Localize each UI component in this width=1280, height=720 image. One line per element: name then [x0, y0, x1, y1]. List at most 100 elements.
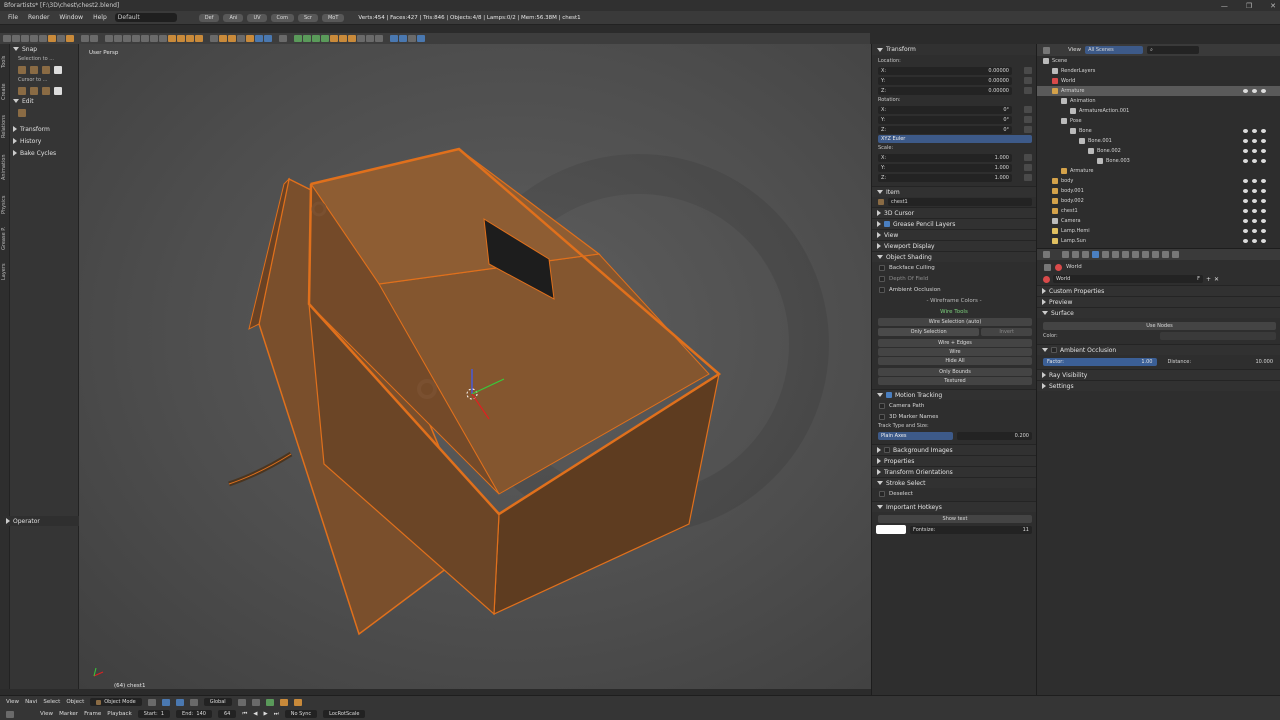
camera-icon[interactable]	[1261, 149, 1266, 153]
rotation-y-field[interactable]: Y: 0°	[878, 115, 1032, 124]
cursor-icon[interactable]	[1252, 199, 1257, 203]
object-icon[interactable]	[366, 35, 374, 42]
maximize-button[interactable]: ❐	[1246, 2, 1252, 10]
eye-icon[interactable]	[1243, 229, 1248, 233]
cursor-icon[interactable]	[1252, 219, 1257, 223]
render-layers-tab-icon[interactable]	[1072, 251, 1079, 258]
outliner-view-menu[interactable]: View	[1068, 47, 1081, 53]
camera-icon[interactable]	[1261, 219, 1266, 223]
keying-set-field[interactable]: LocRotScale	[323, 710, 366, 718]
wire-button[interactable]: Wire	[878, 348, 1032, 356]
camera-view-icon[interactable]	[159, 35, 167, 42]
rotation-z-field[interactable]: Z: 0°	[878, 125, 1032, 134]
view-top-icon[interactable]	[141, 35, 149, 42]
lock-icon[interactable]	[1024, 87, 1032, 94]
modifier-icon[interactable]	[303, 35, 311, 42]
render-tab-icon[interactable]	[1062, 251, 1069, 258]
mode-select[interactable]: Object Mode	[90, 698, 142, 706]
menu-icon[interactable]	[12, 35, 20, 42]
tab-ani[interactable]: Ani	[223, 13, 244, 22]
timeline-view-menu[interactable]: View	[40, 711, 53, 717]
view-bottom-icon[interactable]	[150, 35, 158, 42]
camera-icon[interactable]	[1261, 159, 1266, 163]
deselect-checkbox[interactable]	[879, 490, 885, 497]
world-icon[interactable]	[1043, 275, 1050, 283]
track-size-field[interactable]: 0.200	[957, 432, 1032, 440]
background-images-header[interactable]: Background Images	[872, 444, 1036, 455]
menu-navi[interactable]: Navi	[25, 699, 37, 705]
menu-icon[interactable]	[279, 35, 287, 42]
modifier-icon[interactable]	[321, 35, 329, 42]
tab-physics[interactable]: Physics	[1, 196, 7, 215]
hide-all-button[interactable]: Hide All	[878, 357, 1032, 365]
custom-properties-header[interactable]: Custom Properties	[1037, 285, 1280, 296]
scale-x-field[interactable]: X: 1.000	[878, 153, 1032, 162]
translate-icon[interactable]	[175, 698, 184, 706]
curve-icon[interactable]	[228, 35, 236, 42]
particles-tab-icon[interactable]	[1162, 251, 1169, 258]
item-name-field[interactable]: chest1	[878, 197, 1032, 206]
tab-com[interactable]: Com	[270, 13, 294, 22]
constraint-icon[interactable]	[330, 35, 338, 42]
eye-icon[interactable]	[1243, 159, 1248, 163]
outliner-item[interactable]: Armature	[1037, 86, 1280, 96]
sync-select[interactable]: No Sync	[284, 710, 318, 718]
ambient-occlusion-header[interactable]: Ambient Occlusion	[1037, 344, 1280, 355]
camera-icon[interactable]	[1261, 89, 1266, 93]
lock-icon[interactable]	[1024, 126, 1032, 133]
backface-culling-option[interactable]: Backface Culling	[872, 262, 1036, 273]
pin-icon[interactable]	[1044, 263, 1051, 271]
render-icon[interactable]	[279, 698, 288, 706]
properties-editor-icon[interactable]	[1043, 251, 1050, 258]
fake-user-icon[interactable]: F	[1197, 276, 1200, 282]
camera-icon[interactable]	[1261, 129, 1266, 133]
object-icon[interactable]	[357, 35, 365, 42]
surface-header[interactable]: Surface	[1037, 307, 1280, 318]
timeline-playback-menu[interactable]: Playback	[107, 711, 132, 717]
view-left-icon[interactable]	[123, 35, 131, 42]
location-z-field[interactable]: Z: 0.00000	[878, 86, 1032, 95]
outliner-search-input[interactable]: ⌕	[1147, 46, 1200, 54]
ambient-occlusion-option[interactable]: Ambient Occlusion	[872, 284, 1036, 295]
empty-icon[interactable]	[255, 35, 263, 42]
undo-icon[interactable]	[81, 35, 89, 42]
world-color-swatch[interactable]	[1160, 332, 1276, 340]
eye-icon[interactable]	[1243, 129, 1248, 133]
bake-cycles-panel-header[interactable]: Bake Cycles	[10, 148, 78, 158]
snap-selection-icon[interactable]	[18, 65, 26, 74]
outliner-item[interactable]: body.001	[1037, 186, 1280, 196]
layout-selector[interactable]: Default	[114, 13, 177, 22]
rotation-x-field[interactable]: X: 0°	[878, 105, 1032, 114]
eye-icon[interactable]	[1243, 189, 1248, 193]
tab-mot[interactable]: MoT	[321, 13, 345, 22]
location-x-field[interactable]: X: 0.00000	[878, 66, 1032, 75]
use-nodes-button[interactable]: Use Nodes	[1043, 322, 1276, 330]
scale-z-field[interactable]: Z: 1.000	[878, 173, 1032, 182]
lock-icon[interactable]	[1024, 77, 1032, 84]
show-text-button[interactable]: Show text	[878, 515, 1032, 523]
textured-button[interactable]: Textured	[878, 377, 1032, 385]
tab-def[interactable]: Def	[198, 13, 220, 22]
ambient-occlusion-checkbox[interactable]	[879, 286, 885, 293]
marker-names-checkbox[interactable]	[879, 413, 885, 420]
lock-icon[interactable]	[1024, 164, 1032, 171]
depth-of-field-checkbox[interactable]	[879, 275, 885, 282]
grid-icon[interactable]	[168, 35, 176, 42]
motion-tracking-header[interactable]: Motion Tracking	[872, 389, 1036, 400]
transform-orientations-header[interactable]: Transform Orientations	[872, 466, 1036, 477]
motion-tracking-checkbox[interactable]	[886, 392, 892, 398]
camera-icon[interactable]	[1261, 189, 1266, 193]
object-shading-header[interactable]: Object Shading	[872, 251, 1036, 262]
cursor-icon[interactable]	[1252, 239, 1257, 243]
operator-panel-header[interactable]: Operator	[3, 516, 79, 526]
text-color-swatch[interactable]	[876, 525, 906, 534]
lock-icon[interactable]	[1024, 154, 1032, 161]
close-button[interactable]: ✕	[1270, 2, 1276, 10]
wire-edges-button[interactable]: Wire + Edges	[878, 339, 1032, 347]
constraint-icon[interactable]	[339, 35, 347, 42]
camera-icon[interactable]	[1261, 239, 1266, 243]
end-frame-field[interactable]: End: 140	[176, 710, 212, 718]
modifier-icon[interactable]	[294, 35, 302, 42]
layer-icon[interactable]	[265, 698, 274, 706]
constraint-icon[interactable]	[348, 35, 356, 42]
